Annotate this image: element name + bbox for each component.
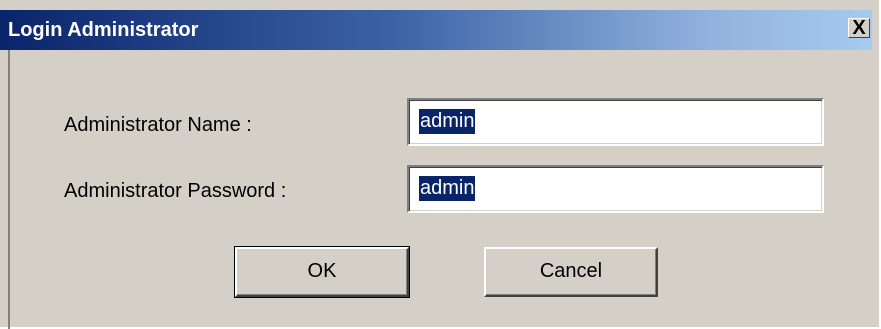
administrator-name-value: admin xyxy=(419,109,476,134)
dialog-left-edge xyxy=(8,50,10,329)
title-bar[interactable]: Login Administrator X xyxy=(0,10,872,50)
administrator-password-input[interactable]: admin xyxy=(407,165,824,213)
ok-button[interactable]: OK xyxy=(234,246,410,298)
window-title: Login Administrator xyxy=(8,19,199,41)
administrator-password-value: admin xyxy=(419,176,476,201)
administrator-password-label: Administrator Password : xyxy=(64,180,287,202)
administrator-name-label: Administrator Name : xyxy=(64,114,252,136)
cancel-button[interactable]: Cancel xyxy=(484,247,658,297)
close-icon[interactable]: X xyxy=(848,18,870,38)
administrator-name-input[interactable]: admin xyxy=(407,98,824,146)
login-dialog: Login Administrator X Administrator Name… xyxy=(0,0,881,329)
